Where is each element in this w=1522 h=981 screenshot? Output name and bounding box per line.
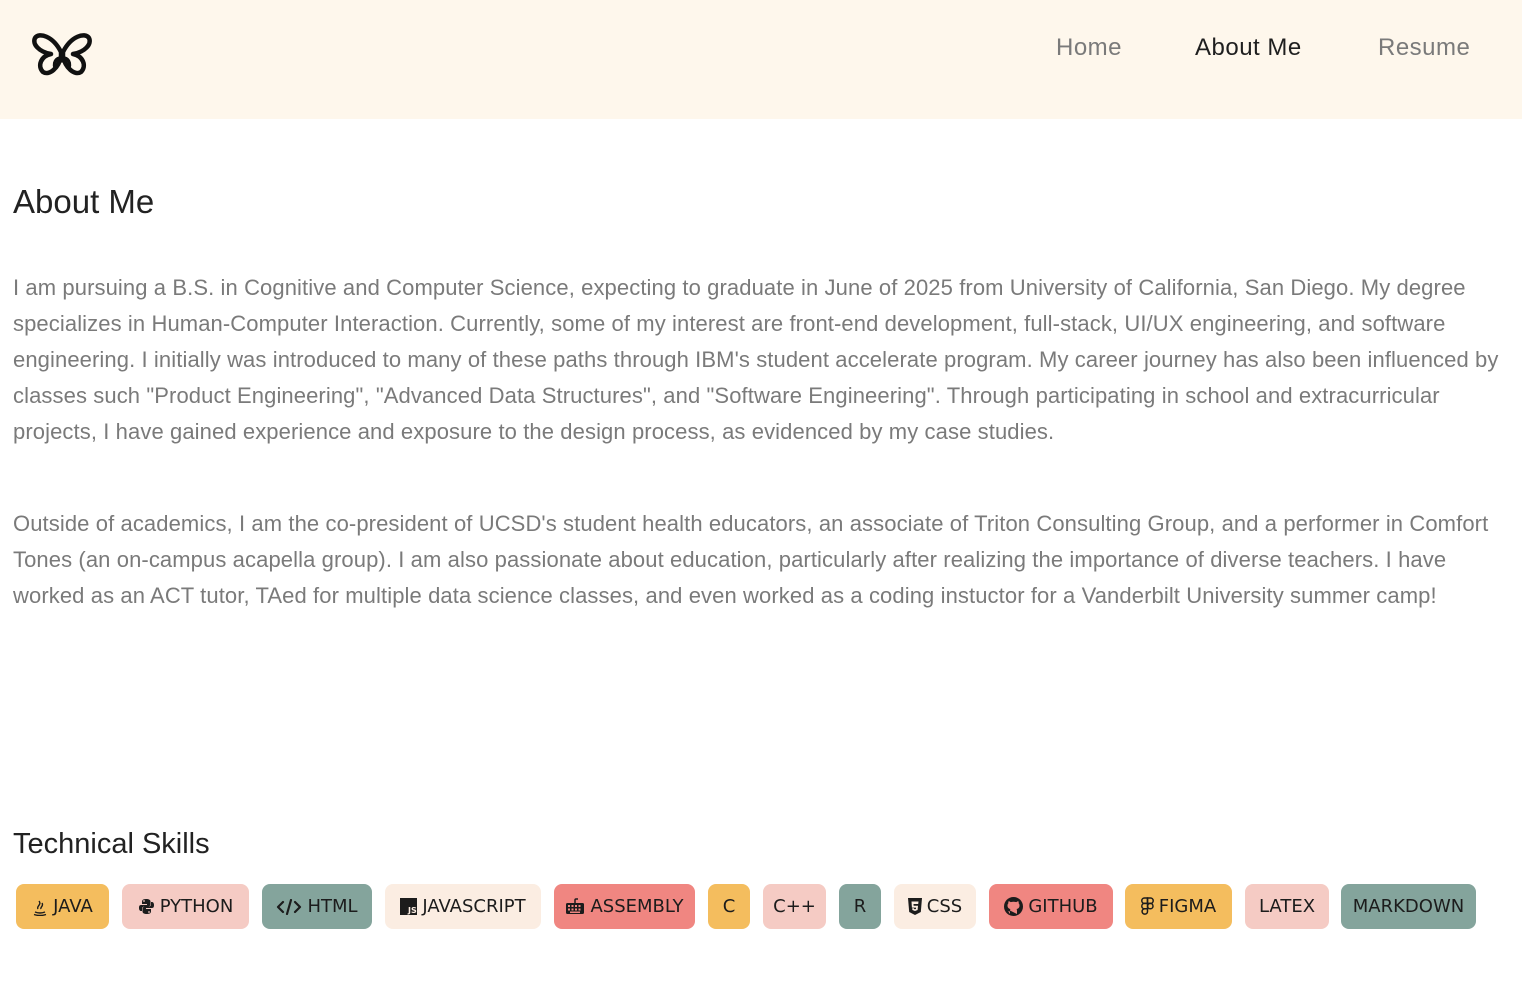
butterfly-icon [32,33,92,76]
javascript-icon: JS [400,898,418,915]
skill-label: C [722,896,736,917]
skill-label: FIGMA [1158,896,1217,917]
figma-icon [1140,897,1154,915]
nav-link-about-me[interactable]: About Me [1195,33,1302,63]
github-icon [1004,897,1024,916]
skill-chip-figma[interactable]: FIGMA [1125,884,1232,929]
skill-chip-markdown[interactable]: MARKDOWN [1341,884,1476,929]
python-icon [138,899,154,914]
skill-label: C++ [773,896,816,917]
home-logo-link[interactable] [31,30,93,76]
skill-chip-cpp[interactable]: C++ [763,884,826,929]
skill-label: HTML [307,896,358,917]
skill-label: GITHUB [1028,896,1098,917]
css-icon [907,898,922,915]
keyboard-icon [566,898,585,914]
skill-chip-css[interactable]: CSS [894,884,976,929]
nav-link-resume[interactable]: Resume [1378,33,1470,63]
nav-link-home[interactable]: Home [1056,33,1122,63]
navbar: Home About Me Resume [0,0,1522,119]
skill-label: MARKDOWN [1352,896,1465,917]
skill-chip-java[interactable]: JAVA [16,884,109,929]
skills-heading: Technical Skills [13,828,210,860]
skill-label: PYTHON [159,896,234,917]
svg-text:JS: JS [407,906,417,915]
skill-chip-latex[interactable]: LATEX [1245,884,1329,929]
java-icon [33,900,47,916]
skill-label: JAVASCRIPT [422,896,526,917]
skill-chip-assembly[interactable]: ASSEMBLY [554,884,695,929]
skill-chip-html[interactable]: HTML [262,884,372,929]
skill-chip-python[interactable]: PYTHON [122,884,249,929]
skill-chip-javascript[interactable]: JS JAVASCRIPT [385,884,541,929]
skill-label: ASSEMBLY [590,896,684,917]
skill-chip-c[interactable]: C [708,884,750,929]
code-icon [277,898,302,915]
skill-label: R [853,896,867,917]
about-heading: About Me [13,183,155,220]
skill-chip-r[interactable]: R [839,884,881,929]
about-paragraph-2: Outside of academics, I am the co-presid… [13,511,1489,608]
skill-chip-github[interactable]: GITHUB [989,884,1113,929]
skill-label: LATEX [1258,896,1316,917]
about-paragraph-1: I am pursuing a B.S. in Cognitive and Co… [13,275,1499,444]
skill-label: CSS [926,896,963,917]
skill-label: JAVA [53,896,93,917]
